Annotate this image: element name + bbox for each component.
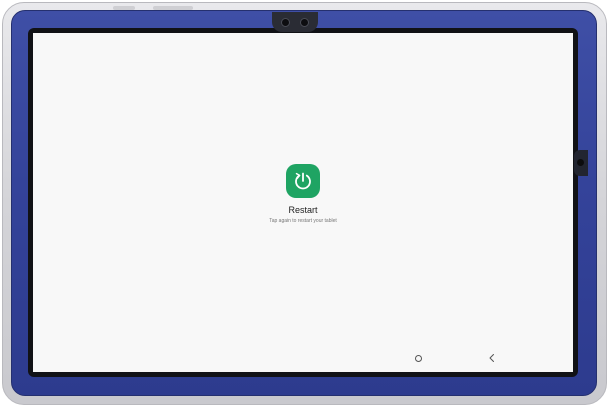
camera-notch (272, 12, 318, 32)
restart-hint: Tap again to restart your tablet (269, 218, 337, 224)
camera-icon (300, 18, 309, 27)
restart-panel: Restart Tap again to restart your tablet (33, 164, 573, 225)
side-port (574, 150, 588, 176)
chevron-left-icon[interactable] (486, 352, 498, 364)
camera-icon (281, 18, 290, 27)
device-mockup: Restart Tap again to restart your tablet (0, 0, 611, 409)
restart-button[interactable] (286, 164, 320, 198)
home-circle-icon[interactable] (415, 355, 422, 362)
restart-power-icon (295, 172, 311, 190)
restart-label: Restart (288, 205, 318, 215)
sensor-icon (577, 159, 584, 166)
tablet-screen: Restart Tap again to restart your tablet (33, 33, 573, 372)
